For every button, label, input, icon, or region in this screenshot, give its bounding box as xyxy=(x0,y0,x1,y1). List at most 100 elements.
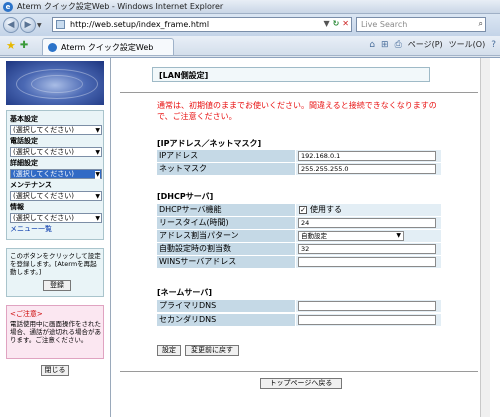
chevron-down-icon: ▼ xyxy=(95,127,100,134)
caution-title: <ご注意> xyxy=(10,310,43,318)
page-title-box: [LAN側設定] xyxy=(152,67,430,82)
menu-group-phone: 電話設定 (選択してください) ▼ xyxy=(10,136,102,157)
basic-settings-select[interactable]: (選択してください) ▼ xyxy=(10,125,102,135)
command-bar: ⌂ ⊞ ⎙ ページ(P) ツール(O) ? xyxy=(369,39,496,50)
dhcp-function-row: DHCPサーバ機能 ✓ 使用する xyxy=(157,204,441,216)
print-icon[interactable]: ⎙ xyxy=(395,40,402,50)
divider xyxy=(120,371,478,372)
ie-logo-icon: e xyxy=(3,1,13,12)
menu-label: 基本設定 xyxy=(10,115,38,123)
register-button[interactable]: 登録 xyxy=(43,280,71,291)
aterm-banner xyxy=(6,61,104,105)
netmask-field[interactable]: 255.255.255.0 xyxy=(298,164,436,174)
lease-time-row: リースタイム(時間) 24 xyxy=(157,217,441,229)
address-pattern-row: アドレス割当パターン 自動設定 ▼ xyxy=(157,230,441,242)
address-pattern-select[interactable]: 自動設定 ▼ xyxy=(298,231,404,241)
stop-icon[interactable]: ✕ xyxy=(342,19,349,28)
netmask-label: ネットマスク xyxy=(157,163,295,175)
phone-settings-select[interactable]: (選択してください) ▼ xyxy=(10,147,102,157)
primary-dns-label: プライマリDNS xyxy=(157,300,295,312)
revert-button[interactable]: 変更前に戻す xyxy=(185,345,239,356)
close-button[interactable]: 閉じる xyxy=(41,365,69,376)
chevron-down-icon: ▼ xyxy=(95,215,100,222)
wins-row: WINSサーバアドレス xyxy=(157,256,441,268)
wins-field[interactable] xyxy=(298,257,436,267)
tab-ie-icon xyxy=(48,42,57,52)
address-toolbar: ◀ ▶ ▼ http://web.setup/index_frame.html … xyxy=(0,14,500,36)
menu-panel: 基本設定 (選択してください) ▼ 電話設定 (選択してください) ▼ 詳細設定 (… xyxy=(6,110,104,240)
top-page-button[interactable]: トップページへ戻る xyxy=(260,378,342,389)
search-input[interactable]: Live Search ⌕ xyxy=(356,17,486,32)
chevron-down-icon: ▼ xyxy=(95,193,100,200)
tab-bar: ★ ✚ Aterm クイック設定Web ⌂ ⊞ ⎙ ページ(P) ツール(O) … xyxy=(0,36,500,56)
add-favorites-icon[interactable]: ✚ xyxy=(20,40,28,51)
feeds-icon[interactable]: ⊞ xyxy=(381,40,389,50)
caution-panel: <ご注意> 電話使用中に画面操作をされた場合、通話が途切れる場合があります。ご注… xyxy=(6,305,104,359)
back-icon[interactable]: ◀ xyxy=(3,17,19,33)
maintenance-select[interactable]: (選択してください) ▼ xyxy=(10,191,102,201)
page-title: [LAN側設定] xyxy=(159,71,209,80)
window-title-bar: e Aterm クイック設定Web - Windows Internet Exp… xyxy=(0,0,500,14)
tab-label: Aterm クイック設定Web xyxy=(61,42,154,52)
ip-address-row: IPアドレス 192.168.0.1 xyxy=(157,150,441,162)
menu-group-info: 情報 (選択してください) ▼ xyxy=(10,202,102,223)
menu-label: 電話設定 xyxy=(10,137,38,145)
address-dropdown-icon[interactable]: ▼ xyxy=(323,19,329,28)
chevron-down-icon: ▼ xyxy=(95,149,100,156)
primary-dns-field[interactable] xyxy=(298,301,436,311)
assign-count-label: 自動設定時の割当数 xyxy=(157,243,295,255)
dhcp-section-title: [DHCPサーバ] xyxy=(157,192,214,201)
menu-group-basic: 基本設定 (選択してください) ▼ xyxy=(10,114,102,135)
menu-label: 詳細設定 xyxy=(10,159,38,167)
forward-icon[interactable]: ▶ xyxy=(20,17,36,33)
page-menu[interactable]: ページ(P) xyxy=(408,39,443,50)
dhcp-enable-checkbox[interactable]: ✓ xyxy=(299,206,307,214)
address-bar[interactable]: http://web.setup/index_frame.html ▼ ↻ ✕ xyxy=(52,17,352,32)
help-icon[interactable]: ? xyxy=(491,40,496,50)
address-text: http://web.setup/index_frame.html xyxy=(70,20,210,29)
page-icon xyxy=(56,20,65,29)
menu-group-maintenance: メンテナンス (選択してください) ▼ xyxy=(10,180,102,201)
ip-section-title: [IPアドレス／ネットマスク] xyxy=(157,139,262,148)
tools-menu[interactable]: ツール(O) xyxy=(449,39,486,50)
search-placeholder: Live Search xyxy=(361,20,408,29)
favorites-star-icon[interactable]: ★ xyxy=(6,39,16,52)
vertical-scrollbar[interactable] xyxy=(480,58,490,417)
ip-address-field[interactable]: 192.168.0.1 xyxy=(298,151,436,161)
secondary-dns-field[interactable] xyxy=(298,315,436,325)
primary-dns-row: プライマリDNS xyxy=(157,300,441,312)
menu-list-link[interactable]: メニュー一覧 xyxy=(10,224,52,234)
assign-count-field[interactable]: 32 xyxy=(298,244,436,254)
search-icon[interactable]: ⌕ xyxy=(479,19,483,29)
lease-time-label: リースタイム(時間) xyxy=(157,217,295,229)
window-title: Aterm クイック設定Web - Windows Internet Explo… xyxy=(17,2,224,11)
menu-label: メンテナンス xyxy=(10,181,52,189)
address-pattern-label: アドレス割当パターン xyxy=(157,230,295,242)
secondary-dns-row: セカンダリDNS xyxy=(157,314,441,326)
refresh-icon[interactable]: ↻ xyxy=(333,19,340,28)
left-menu-frame: 基本設定 (選択してください) ▼ 電話設定 (選択してください) ▼ 詳細設定 (… xyxy=(0,58,111,417)
history-dropdown-icon[interactable]: ▼ xyxy=(37,22,42,29)
set-button[interactable]: 設定 xyxy=(157,345,181,356)
ip-address-label: IPアドレス xyxy=(157,150,295,162)
tab-aterm[interactable]: Aterm クイック設定Web xyxy=(42,38,174,55)
dhcp-function-label: DHCPサーバ機能 xyxy=(157,204,295,216)
menu-label: 情報 xyxy=(10,203,24,211)
assign-count-row: 自動設定時の割当数 32 xyxy=(157,243,441,255)
home-icon[interactable]: ⌂ xyxy=(369,40,375,50)
secondary-dns-label: セカンダリDNS xyxy=(157,314,295,326)
dhcp-enable-label: 使用する xyxy=(310,205,342,214)
chevron-down-icon: ▼ xyxy=(396,232,401,239)
apply-panel: このボタンをクリックして設定を登録します。[Atermを再起動します。] 登録 xyxy=(6,248,104,297)
divider xyxy=(120,92,478,93)
lease-time-field[interactable]: 24 xyxy=(298,218,436,228)
menu-group-advanced: 詳細設定 (選択してください) ▼ xyxy=(10,158,102,179)
main-frame: [LAN側設定] 通常は、初期値のままでお使いください。間違えると接続できなくな… xyxy=(112,58,490,417)
chevron-down-icon: ▼ xyxy=(95,171,100,179)
info-select[interactable]: (選択してください) ▼ xyxy=(10,213,102,223)
netmask-row: ネットマスク 255.255.255.0 xyxy=(157,163,441,175)
dns-section-title: [ネームサーバ] xyxy=(157,288,212,297)
apply-description: このボタンをクリックして設定を登録します。[Atermを再起動します。] xyxy=(10,252,101,276)
advanced-settings-select[interactable]: (選択してください) ▼ xyxy=(10,169,102,179)
warning-text: 通常は、初期値のままでお使いください。間違えると接続できなくなりますので、ご注意… xyxy=(157,101,437,121)
